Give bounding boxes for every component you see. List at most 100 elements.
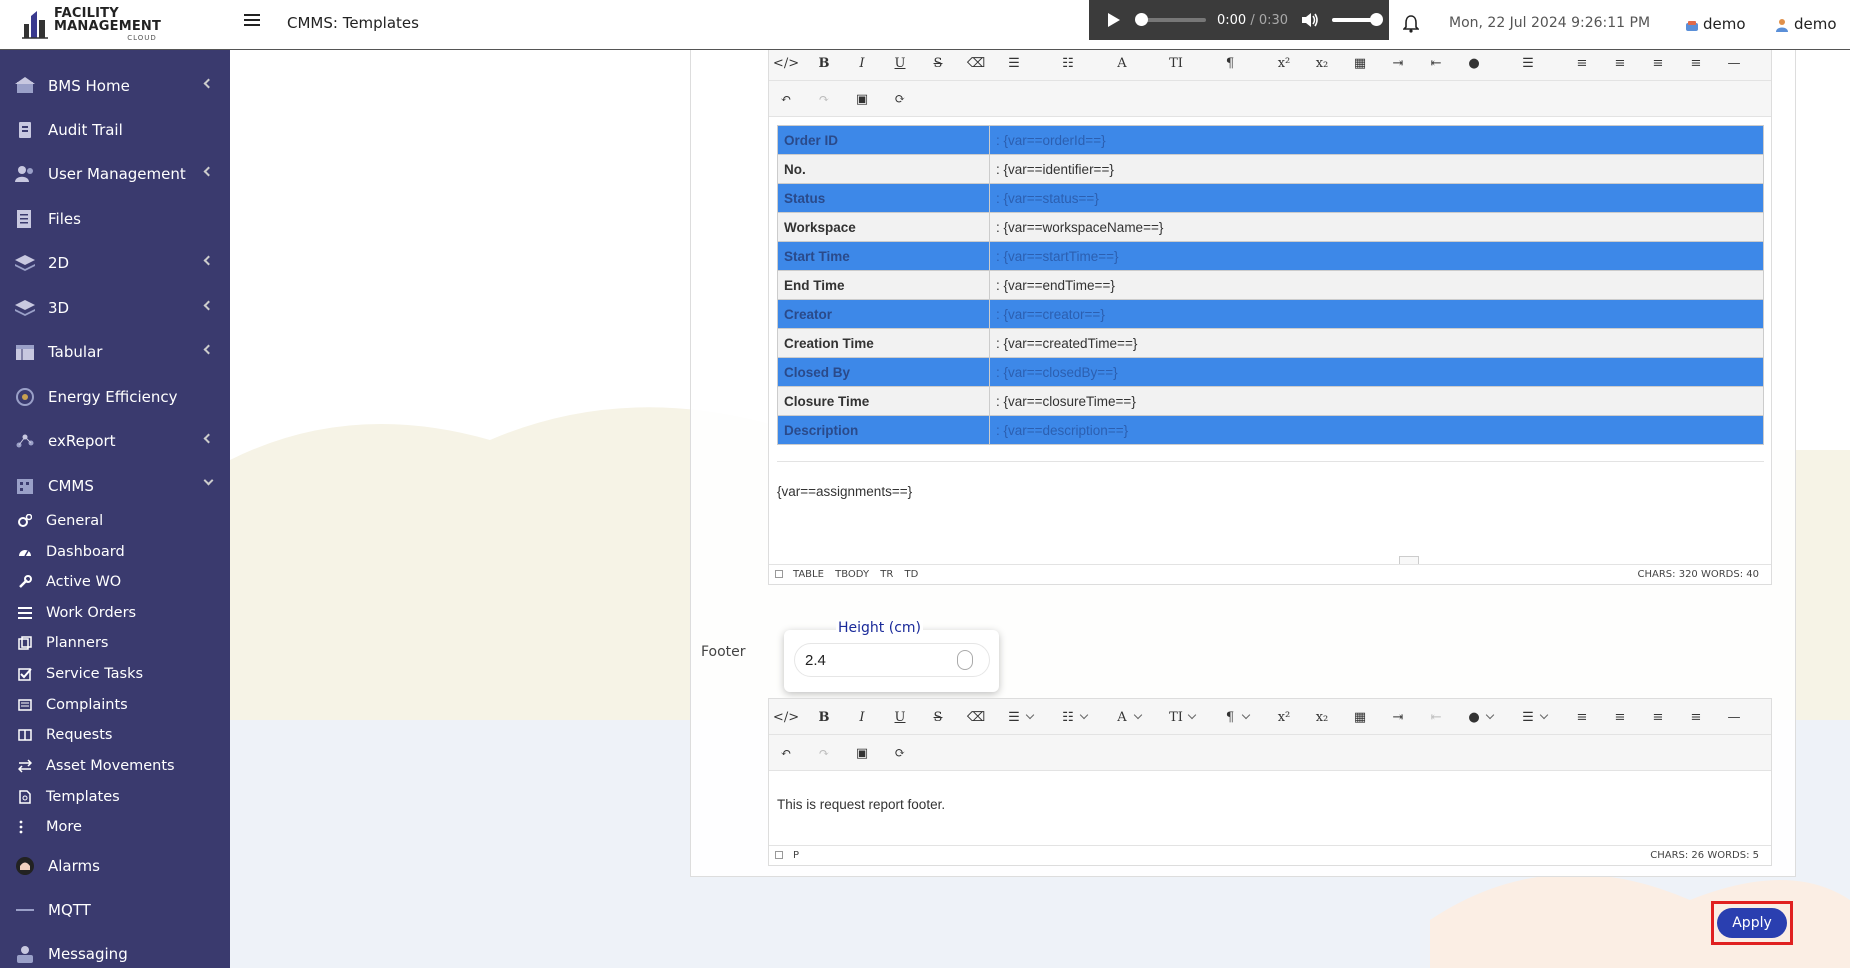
eraser-icon[interactable]: ⌫ — [967, 54, 985, 72]
field-value-cell[interactable]: : {var==closedBy==} — [989, 357, 1764, 387]
field-value-cell[interactable]: : {var==startTime==} — [989, 241, 1764, 271]
underline-icon[interactable]: U — [891, 708, 909, 726]
redo-icon[interactable]: ↷ — [815, 90, 833, 108]
spinner-icon[interactable] — [957, 650, 973, 670]
field-label-cell[interactable]: Order ID — [777, 125, 990, 155]
outdent-icon[interactable]: ⇤ — [1427, 708, 1445, 726]
superscript-icon[interactable]: x² — [1275, 708, 1293, 726]
font-size-icon[interactable]: TI — [1167, 708, 1185, 726]
image-icon[interactable]: ▣ — [853, 744, 871, 762]
fill-color-icon[interactable]: ● — [1465, 54, 1483, 72]
table-row[interactable]: Creation Time: {var==createdTime==} — [777, 328, 1764, 358]
table-row[interactable]: No.: {var==identifier==} — [777, 154, 1764, 184]
redo-icon[interactable]: ↷ — [815, 744, 833, 762]
italic-icon[interactable]: I — [853, 708, 871, 726]
sidebar-subitem-requests[interactable]: Requests — [0, 720, 230, 750]
line-height-icon[interactable]: ☰ — [1519, 54, 1537, 72]
sidebar-subitem-dashboard[interactable]: Dashboard — [0, 537, 230, 567]
footer-text[interactable]: This is request report footer. — [777, 797, 945, 812]
bullet-list-icon[interactable]: ☰ — [1005, 54, 1023, 72]
align-left-icon[interactable]: ≡ — [1573, 54, 1591, 72]
fill-color-icon[interactable]: ● — [1465, 708, 1483, 726]
font-size-icon[interactable]: TI — [1167, 54, 1185, 72]
sidebar-item-alarms[interactable]: Alarms — [0, 846, 230, 886]
apply-button[interactable]: Apply — [1717, 908, 1787, 938]
sidebar-item-audit-trail[interactable]: Audit Trail — [0, 110, 230, 150]
align-right-icon[interactable]: ≡ — [1649, 708, 1667, 726]
ordered-list-icon[interactable]: ☷ — [1059, 54, 1077, 72]
volume-icon[interactable] — [1302, 12, 1320, 28]
field-label-cell[interactable]: Description — [777, 415, 990, 445]
sidebar-item-tabular[interactable]: Tabular — [0, 332, 230, 372]
chevron-down-icon[interactable] — [1187, 710, 1197, 720]
sidebar-item-mqtt[interactable]: MQTT — [0, 890, 230, 930]
chevron-down-icon[interactable] — [1485, 710, 1495, 720]
code-view-icon[interactable]: </> — [773, 708, 799, 726]
table-row[interactable]: Description: {var==description==} — [777, 415, 1764, 445]
sidebar-subitem-general[interactable]: General — [0, 506, 230, 536]
indent-icon[interactable]: ⇥ — [1389, 708, 1407, 726]
volume-slider[interactable] — [1332, 13, 1384, 26]
table-row[interactable]: Closed By: {var==closedBy==} — [777, 357, 1764, 387]
sidebar-item-exreport[interactable]: exReport — [0, 421, 230, 461]
sidebar-subitem-service-tasks[interactable]: Service Tasks — [0, 659, 230, 689]
align-center-icon[interactable]: ≡ — [1611, 708, 1629, 726]
field-label-cell[interactable]: Closed By — [777, 357, 990, 387]
field-value-cell[interactable]: : {var==workspaceName==} — [989, 212, 1764, 242]
chevron-down-icon[interactable] — [1133, 710, 1143, 720]
play-icon[interactable] — [1108, 13, 1120, 27]
notification-bell-icon[interactable] — [1402, 15, 1420, 33]
path-td[interactable]: TD — [905, 569, 919, 580]
strikethrough-icon[interactable]: S — [929, 708, 947, 726]
menu-toggle-icon[interactable] — [244, 14, 260, 30]
ordered-list-icon[interactable]: ☷ — [1059, 708, 1077, 726]
paragraph-icon[interactable]: ¶ — [1221, 708, 1239, 726]
sidebar-subitem-active-wo[interactable]: Active WO — [0, 567, 230, 597]
app-logo[interactable]: FACILITY MANAGEMENT CLOUD — [0, 0, 230, 50]
underline-icon[interactable]: U — [891, 54, 909, 72]
undo-icon[interactable]: ↶ — [777, 744, 795, 762]
line-height-icon[interactable]: ☰ — [1519, 708, 1537, 726]
field-label-cell[interactable]: No. — [777, 154, 990, 184]
field-label-cell[interactable]: Workspace — [777, 212, 990, 242]
chevron-down-icon[interactable] — [1079, 710, 1089, 720]
field-value-cell[interactable]: : {var==identifier==} — [989, 154, 1764, 184]
footer-editor[interactable]: </> B I U S ⌫ ☰ ☷ A TI ¶ x² x₂ ▦ ⇥ ⇤ ● ☰… — [768, 698, 1772, 866]
sidebar-subitem-asset-movements[interactable]: Asset Movements — [0, 751, 230, 781]
strikethrough-icon[interactable]: S — [929, 54, 947, 72]
italic-icon[interactable]: I — [853, 54, 871, 72]
table-row[interactable]: Workspace: {var==workspaceName==} — [777, 212, 1764, 242]
undo-icon[interactable]: ↶ — [777, 90, 795, 108]
eraser-icon[interactable]: ⌫ — [967, 708, 985, 726]
sidebar-item-energy-efficiency[interactable]: Energy Efficiency — [0, 377, 230, 417]
sidebar-item-user-management[interactable]: User Management — [0, 154, 230, 194]
subscript-icon[interactable]: x₂ — [1313, 54, 1331, 72]
field-value-cell[interactable]: : {var==createdTime==} — [989, 328, 1764, 358]
sidebar-subitem-more[interactable]: More — [0, 812, 230, 842]
bold-icon[interactable]: B — [815, 708, 833, 726]
field-label-cell[interactable]: Creation Time — [777, 328, 990, 358]
chevron-down-icon[interactable] — [1241, 710, 1251, 720]
field-value-cell[interactable]: : {var==closureTime==} — [989, 386, 1764, 416]
seek-slider[interactable] — [1135, 13, 1206, 26]
table-row[interactable]: End Time: {var==endTime==} — [777, 270, 1764, 300]
horizontal-rule-icon[interactable]: — — [1725, 54, 1743, 72]
field-label-cell[interactable]: Creator — [777, 299, 990, 329]
site-selector[interactable]: demo — [1685, 15, 1746, 33]
field-value-cell[interactable]: : {var==status==} — [989, 183, 1764, 213]
sidebar-subitem-templates[interactable]: Templates — [0, 782, 230, 812]
table-insert-icon[interactable]: ▦ — [1351, 54, 1369, 72]
sidebar-subitem-work-orders[interactable]: Work Orders — [0, 598, 230, 628]
sidebar-item-bms-home[interactable]: BMS Home — [0, 66, 230, 106]
field-label-cell[interactable]: Start Time — [777, 241, 990, 271]
align-center-icon[interactable]: ≡ — [1611, 54, 1629, 72]
path-p[interactable]: P — [793, 850, 799, 861]
subscript-icon[interactable]: x₂ — [1313, 708, 1331, 726]
table-row[interactable]: Order ID: {var==orderId==} — [777, 125, 1764, 155]
align-left-icon[interactable]: ≡ — [1573, 708, 1591, 726]
sidebar-item-files[interactable]: Files — [0, 199, 230, 239]
template-var-icon[interactable]: ⟳ — [891, 744, 909, 762]
horizontal-rule-icon[interactable]: — — [1725, 708, 1743, 726]
template-var-icon[interactable]: ⟳ — [891, 90, 909, 108]
path-tr[interactable]: TR — [880, 569, 893, 580]
